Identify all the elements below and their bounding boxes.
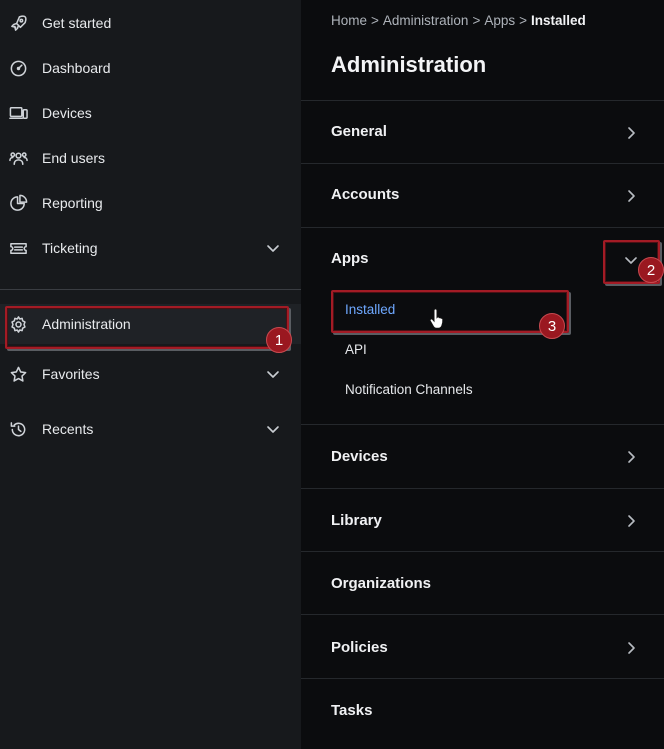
breadcrumb: Home > Administration > Apps > Installed [331,13,586,28]
section-library[interactable]: Library [301,488,664,552]
sidebar-item-get-started[interactable]: Get started [0,3,301,43]
chevron-right-icon[interactable] [623,188,639,204]
sidebar-item-recents[interactable]: Recents [0,409,301,449]
section-accounts[interactable]: Accounts [301,163,664,227]
highlight-administration [5,306,289,349]
history-icon [8,419,28,439]
section-devices[interactable]: Devices [301,424,664,488]
section-policies[interactable]: Policies [301,614,664,678]
devices-icon [8,103,28,123]
sidebar-item-end-users[interactable]: End users [0,138,301,178]
chevron-right-icon[interactable] [623,513,639,529]
section-label: Accounts [331,186,400,203]
section-label: General [331,123,387,140]
breadcrumb-current: Installed [531,13,586,28]
highlight-installed [331,290,569,333]
section-general[interactable]: General [301,100,664,164]
apps-subitem-api[interactable]: API [345,342,367,357]
chevron-right-icon[interactable] [623,640,639,656]
sidebar: Get started Dashboard Devices End users … [0,0,301,749]
sidebar-item-dashboard[interactable]: Dashboard [0,48,301,88]
page-title: Administration [331,52,487,77]
apps-subitem-notification-channels[interactable]: Notification Channels [345,382,473,397]
section-label: Policies [331,639,388,656]
section-label: Apps [331,250,369,267]
sidebar-item-reporting[interactable]: Reporting [0,183,301,223]
section-tasks[interactable]: Tasks [301,678,664,749]
chevron-right-icon[interactable] [623,125,639,141]
gauge-icon [8,58,28,78]
chevron-down-icon[interactable] [265,421,281,437]
sidebar-item-ticketing[interactable]: Ticketing [0,228,301,268]
sidebar-item-favorites[interactable]: Favorites [0,354,301,394]
sidebar-item-label: Devices [42,105,92,121]
ticket-icon [8,238,28,258]
step-badge-2: 2 [638,257,664,283]
sidebar-item-label: Recents [42,421,94,437]
sidebar-item-label: Reporting [42,195,103,211]
rocket-icon [8,13,28,33]
sidebar-item-label: Get started [42,15,112,31]
breadcrumb-separator: > [472,13,481,28]
sidebar-item-label: Favorites [42,366,100,382]
sidebar-item-devices[interactable]: Devices [0,93,301,133]
step-badge-1: 1 [266,327,292,353]
sidebar-item-label: End users [42,150,106,166]
step-badge-3: 3 [539,313,565,339]
chevron-down-icon[interactable] [265,366,281,382]
main-panel: Home > Administration > Apps > Installed Admin… [301,0,664,749]
users-icon [8,148,28,168]
section-label: Library [331,512,382,529]
section-label: Devices [331,448,388,465]
breadcrumb-separator: > [519,13,528,28]
sidebar-item-label: Ticketing [42,240,98,256]
pie-chart-icon [8,193,28,213]
sidebar-item-label: Dashboard [42,60,111,76]
breadcrumb-administration[interactable]: Administration [383,13,469,28]
breadcrumb-separator: > [371,13,379,28]
chevron-down-icon[interactable] [265,240,281,256]
section-label: Tasks [331,702,373,719]
section-organizations[interactable]: Organizations [301,551,664,615]
breadcrumb-home[interactable]: Home [331,13,367,28]
breadcrumb-apps[interactable]: Apps [484,13,515,28]
star-icon [8,364,28,384]
section-label: Organizations [331,575,432,592]
chevron-right-icon[interactable] [623,449,639,465]
sidebar-divider [0,289,301,290]
hand-cursor-icon [429,308,444,329]
